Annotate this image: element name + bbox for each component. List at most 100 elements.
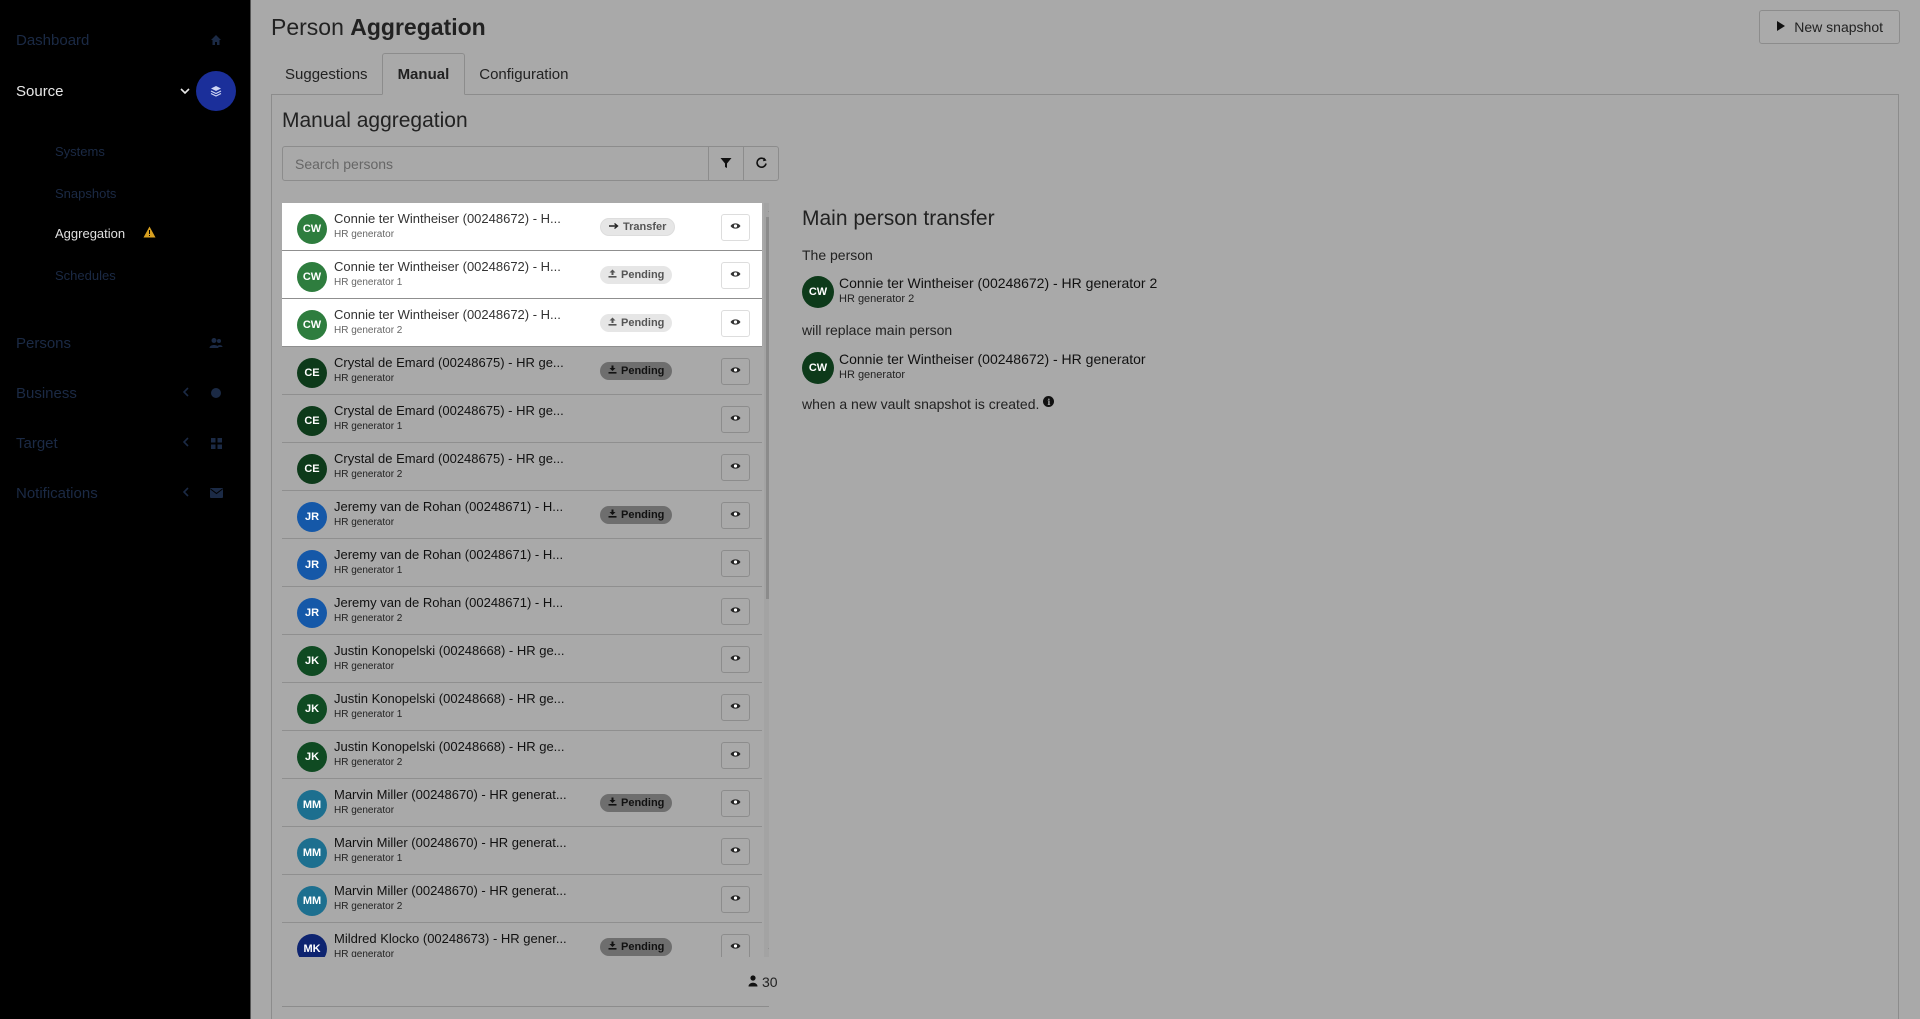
detail-from-system: HR generator 2 [839, 293, 915, 305]
new-snapshot-button[interactable]: New snapshot [1759, 10, 1900, 44]
list-item[interactable]: MM Marvin Miller (00248670) - HR generat.… [282, 875, 762, 923]
play-icon [1776, 19, 1786, 35]
section-title: Manual aggregation [282, 109, 468, 132]
view-button[interactable] [721, 790, 750, 817]
avatar: CW [297, 262, 327, 292]
scroll-down-icon[interactable]: ▼ [764, 946, 769, 955]
view-button[interactable] [721, 550, 750, 577]
sidebar-item-dashboard[interactable]: Dashboard [0, 20, 250, 60]
detail-when-text: when a new vault snapshot is created. i [802, 396, 1055, 412]
person-system: HR generator [334, 805, 395, 816]
eye-icon [730, 702, 741, 713]
list-item[interactable]: CE Crystal de Emard (00248675) - HR ge...… [282, 395, 762, 443]
sidebar-subitem-snapshots[interactable]: Snapshots [55, 186, 116, 201]
eye-icon [730, 414, 741, 425]
list-item[interactable]: JK Justin Konopelski (00248668) - HR ge..… [282, 731, 762, 779]
view-button[interactable] [721, 838, 750, 865]
list-item[interactable]: JR Jeremy van de Rohan (00248671) - H... H… [282, 539, 762, 587]
person-list[interactable]: CW Connie ter Wintheiser (00248672) - H..… [282, 203, 769, 957]
sidebar-item-persons[interactable]: Persons [0, 323, 250, 363]
avatar: JR [297, 550, 327, 580]
avatar: MK [297, 934, 327, 957]
status-badge: Transfer [600, 218, 676, 236]
sidebar-subitem-systems[interactable]: Systems [55, 144, 105, 159]
list-item[interactable]: CW Connie ter Wintheiser (00248672) - H..… [282, 299, 762, 347]
view-button[interactable] [721, 934, 750, 957]
scrollbar-thumb[interactable] [766, 217, 769, 599]
status-badge-label: Pending [621, 269, 665, 281]
list-item[interactable]: JR Jeremy van de Rohan (00248671) - H... H… [282, 587, 762, 635]
download-icon [608, 797, 617, 809]
download-icon [608, 941, 617, 953]
page-title: Person Aggregation [271, 14, 486, 41]
person-system: HR generator [334, 949, 395, 957]
view-button[interactable] [721, 262, 750, 289]
status-badge: Pending [600, 314, 673, 332]
detail-title: Main person transfer [802, 207, 995, 230]
person-name: Mildred Klocko (00248673) - HR gener... [334, 931, 567, 946]
detail-to-system: HR generator [839, 369, 906, 381]
eye-icon [730, 750, 741, 761]
person-system: HR generator 1 [334, 277, 403, 288]
status-badge: Pending [600, 362, 673, 380]
view-button[interactable] [721, 454, 750, 481]
sidebar-item-target[interactable]: Target [0, 423, 250, 463]
person-system: HR generator [334, 373, 395, 384]
view-button[interactable] [721, 502, 750, 529]
scroll-up-icon[interactable]: ▲ [764, 205, 769, 214]
list-item[interactable]: MK Mildred Klocko (00248673) - HR gener..… [282, 923, 762, 957]
view-button[interactable] [721, 358, 750, 385]
tab-bar: Suggestions Manual Configuration [271, 53, 582, 95]
eye-icon [730, 558, 741, 569]
sidebar-item-business[interactable]: Business [0, 373, 250, 413]
tab-suggestions[interactable]: Suggestions [271, 53, 382, 95]
list-item[interactable]: CE Crystal de Emard (00248675) - HR ge...… [282, 443, 762, 491]
eye-icon [730, 462, 741, 473]
eye-icon [730, 270, 741, 281]
list-scrollbar[interactable]: ▲ ▼ [764, 203, 769, 957]
view-button[interactable] [721, 214, 750, 241]
transfer-detail: Main person transfer The person CW Conni… [802, 207, 1502, 412]
list-item[interactable]: JR Jeremy van de Rohan (00248671) - H... H… [282, 491, 762, 539]
person-name: Connie ter Wintheiser (00248672) - H... [334, 259, 561, 274]
avatar: CE [297, 454, 327, 484]
info-icon[interactable]: i [1043, 396, 1055, 407]
avatar: JR [297, 502, 327, 532]
user-icon [748, 974, 758, 990]
view-button[interactable] [721, 694, 750, 721]
view-button[interactable] [721, 646, 750, 673]
person-system: HR generator 2 [334, 901, 403, 912]
eye-icon [730, 366, 741, 377]
refresh-button[interactable] [743, 146, 779, 181]
person-system: HR generator 2 [334, 613, 403, 624]
list-item[interactable]: MM Marvin Miller (00248670) - HR generat.… [282, 779, 762, 827]
filter-button[interactable] [708, 146, 744, 181]
list-item[interactable]: MM Marvin Miller (00248670) - HR generat.… [282, 827, 762, 875]
tab-configuration[interactable]: Configuration [465, 53, 582, 95]
view-button[interactable] [721, 886, 750, 913]
tab-manual[interactable]: Manual [381, 53, 466, 95]
person-name: Connie ter Wintheiser (00248672) - H... [334, 211, 561, 226]
view-button[interactable] [721, 742, 750, 769]
view-button[interactable] [721, 406, 750, 433]
sidebar-subitem-aggregation[interactable]: Aggregation [55, 226, 156, 241]
sidebar-item-notifications[interactable]: Notifications [0, 473, 250, 513]
list-item[interactable]: CE Crystal de Emard (00248675) - HR ge...… [282, 347, 762, 395]
status-badge-label: Pending [621, 797, 665, 809]
view-button[interactable] [721, 598, 750, 625]
avatar: CW [802, 352, 834, 384]
divider [282, 1006, 769, 1007]
list-item[interactable]: CW Connie ter Wintheiser (00248672) - H..… [282, 203, 762, 251]
list-item[interactable]: CW Connie ter Wintheiser (00248672) - H..… [282, 251, 762, 299]
view-button[interactable] [721, 310, 750, 337]
status-badge-label: Pending [621, 317, 665, 329]
download-icon [608, 509, 617, 521]
sidebar-subitem-schedules[interactable]: Schedules [55, 268, 116, 283]
list-item[interactable]: JK Justin Konopelski (00248668) - HR ge..… [282, 635, 762, 683]
envelope-icon [208, 485, 224, 501]
search-input[interactable] [282, 146, 709, 181]
filter-icon [720, 156, 732, 172]
eye-icon [730, 894, 741, 905]
sidebar-item-source[interactable]: Source [0, 70, 250, 112]
list-item[interactable]: JK Justin Konopelski (00248668) - HR ge..… [282, 683, 762, 731]
